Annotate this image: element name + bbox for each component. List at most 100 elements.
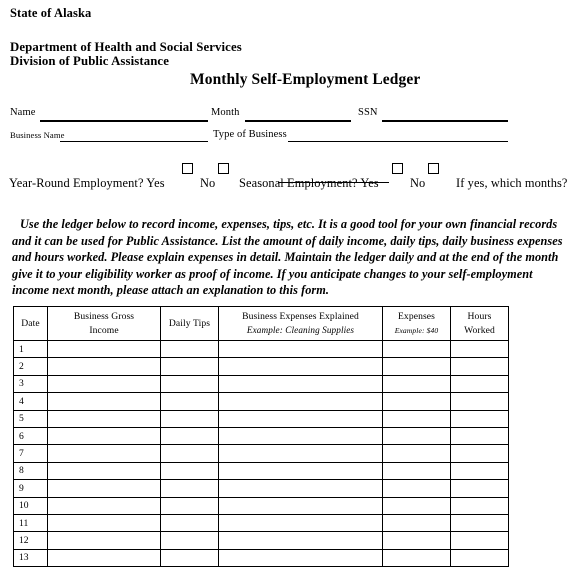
ledger-cell-hours-worked[interactable] [450, 392, 509, 411]
ledger-cell-gross-income[interactable] [47, 374, 161, 394]
table-row: 11 [13, 513, 509, 533]
ledger-cell-date: 7 [13, 444, 48, 463]
month-label: Month [211, 107, 240, 118]
ledger-cell-gross-income[interactable] [47, 426, 161, 446]
ledger-cell-daily-tips[interactable] [160, 531, 219, 550]
ledger-cell-gross-income[interactable] [47, 496, 161, 515]
ledger-cell-expenses[interactable] [382, 426, 451, 446]
year-round-no-label: No [200, 176, 216, 190]
ledger-cell-expenses-explained[interactable] [218, 531, 383, 550]
table-row: 1 [13, 339, 509, 359]
ledger-cell-expenses-explained[interactable] [218, 513, 383, 533]
month-input[interactable] [245, 120, 351, 122]
ledger-cell-hours-worked[interactable] [450, 461, 509, 481]
table-row: 4 [13, 392, 509, 411]
scan-artifact-rule [278, 182, 389, 183]
page-title: Monthly Self-Employment Ledger [190, 71, 421, 88]
ledger-cell-gross-income[interactable] [47, 392, 161, 411]
ledger-cell-expenses[interactable] [382, 531, 451, 550]
ledger-cell-daily-tips[interactable] [160, 461, 219, 481]
table-row: 3 [13, 374, 509, 394]
checkbox-seasonal-yes[interactable] [392, 163, 403, 174]
ledger-cell-hours-worked[interactable] [450, 357, 509, 376]
ledger-cell-expenses-explained[interactable] [218, 444, 383, 463]
ledger-cell-expenses[interactable] [382, 374, 451, 394]
ledger-form-page: State of Alaska Department of Health and… [0, 0, 586, 567]
ledger-cell-gross-income[interactable] [47, 357, 161, 376]
ssn-input[interactable] [382, 120, 508, 122]
ledger-cell-expenses-explained[interactable] [218, 339, 383, 359]
ledger-cell-hours-worked[interactable] [450, 513, 509, 533]
ledger-cell-expenses-explained[interactable] [218, 461, 383, 481]
ledger-cell-expenses[interactable] [382, 479, 451, 498]
column-header-expenses: Expenses Example: $40 [382, 306, 451, 341]
checkbox-seasonal-no[interactable] [428, 163, 439, 174]
ledger-cell-hours-worked[interactable] [450, 409, 509, 428]
ledger-cell-daily-tips[interactable] [160, 426, 219, 446]
ledger-cell-gross-income[interactable] [47, 461, 161, 481]
type-of-business-input[interactable] [288, 141, 508, 142]
ledger-cell-daily-tips[interactable] [160, 374, 219, 394]
ledger-cell-expenses[interactable] [382, 357, 451, 376]
instructions-paragraph: Use the ledger below to record income, e… [12, 217, 563, 298]
ledger-cell-gross-income[interactable] [47, 339, 161, 359]
ledger-table: Date Business Gross Income Daily Tips Bu… [13, 306, 509, 567]
ledger-cell-expenses[interactable] [382, 496, 451, 515]
ledger-cell-gross-income[interactable] [47, 513, 161, 533]
division-line: Division of Public Assistance [10, 54, 169, 68]
ledger-cell-date: 12 [13, 531, 48, 550]
ledger-cell-expenses-explained[interactable] [218, 392, 383, 411]
ledger-cell-gross-income[interactable] [47, 409, 161, 428]
ledger-cell-daily-tips[interactable] [160, 392, 219, 411]
ledger-cell-hours-worked[interactable] [450, 496, 509, 515]
ledger-cell-expenses-explained[interactable] [218, 426, 383, 446]
ledger-cell-hours-worked[interactable] [450, 426, 509, 446]
ledger-cell-date: 10 [13, 496, 48, 515]
ledger-cell-expenses-explained[interactable] [218, 496, 383, 515]
name-input[interactable] [40, 120, 208, 122]
column-header-explained-example: Example: Cleaning Supplies [246, 324, 355, 335]
checkbox-year-round-yes[interactable] [182, 163, 193, 174]
table-row: 2 [13, 357, 509, 376]
ledger-cell-expenses[interactable] [382, 513, 451, 533]
ledger-cell-daily-tips[interactable] [160, 339, 219, 359]
column-header-expenses-example: Example: $40 [394, 325, 439, 335]
ledger-cell-gross-income[interactable] [47, 531, 161, 550]
ledger-cell-gross-income[interactable] [47, 444, 161, 463]
ledger-cell-date: 5 [13, 409, 48, 428]
ledger-cell-expenses-explained[interactable] [218, 374, 383, 394]
table-row: 9 [13, 479, 509, 498]
ledger-cell-gross-income[interactable] [47, 479, 161, 498]
ledger-cell-expenses-explained[interactable] [218, 479, 383, 498]
ledger-cell-expenses[interactable] [382, 444, 451, 463]
ledger-cell-daily-tips[interactable] [160, 357, 219, 376]
ledger-cell-daily-tips[interactable] [160, 513, 219, 533]
ledger-cell-gross-income[interactable] [47, 548, 161, 567]
ledger-table-body: 1 2 3 4 5 6 7 8 9 10 11 12 13 [13, 339, 509, 567]
table-row: 10 [13, 496, 509, 515]
checkbox-year-round-no[interactable] [218, 163, 229, 174]
ledger-cell-expenses-explained[interactable] [218, 357, 383, 376]
ledger-cell-expenses-explained[interactable] [218, 548, 383, 567]
ledger-cell-hours-worked[interactable] [450, 531, 509, 550]
ledger-cell-daily-tips[interactable] [160, 444, 219, 463]
business-name-input[interactable] [60, 141, 208, 142]
ledger-cell-daily-tips[interactable] [160, 496, 219, 515]
ledger-cell-expenses[interactable] [382, 409, 451, 428]
ledger-cell-expenses[interactable] [382, 392, 451, 411]
ledger-cell-hours-worked[interactable] [450, 374, 509, 394]
ledger-cell-hours-worked[interactable] [450, 444, 509, 463]
ledger-cell-date: 13 [13, 548, 48, 567]
ledger-cell-hours-worked[interactable] [450, 548, 509, 567]
table-row: 12 [13, 531, 509, 550]
ledger-cell-daily-tips[interactable] [160, 409, 219, 428]
state-heading: State of Alaska [10, 6, 92, 20]
ledger-cell-daily-tips[interactable] [160, 479, 219, 498]
ledger-cell-expenses[interactable] [382, 339, 451, 359]
ledger-cell-expenses[interactable] [382, 548, 451, 567]
ledger-cell-daily-tips[interactable] [160, 548, 219, 567]
ledger-cell-hours-worked[interactable] [450, 339, 509, 359]
ledger-cell-expenses[interactable] [382, 461, 451, 481]
ledger-cell-expenses-explained[interactable] [218, 409, 383, 428]
ledger-cell-hours-worked[interactable] [450, 479, 509, 498]
